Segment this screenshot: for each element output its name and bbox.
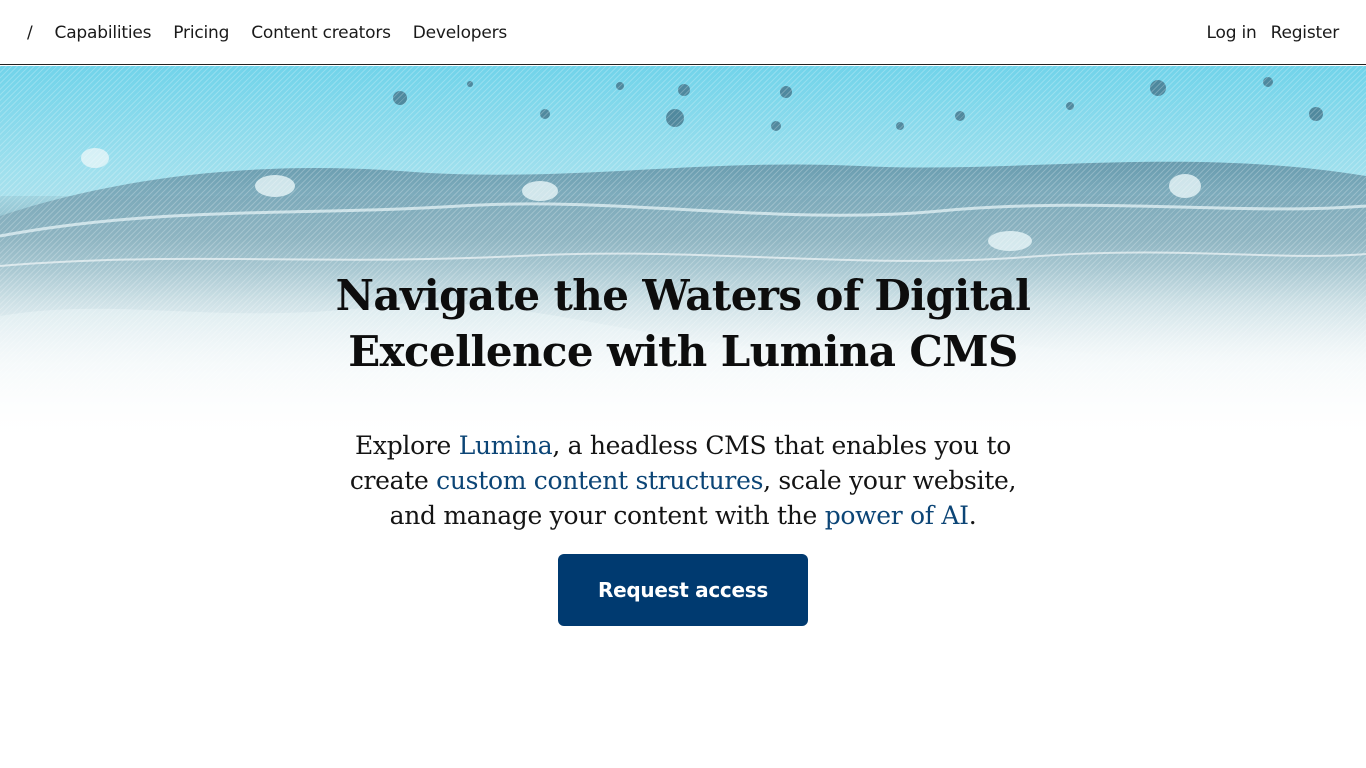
nav-right-group: Log in Register: [1193, 0, 1340, 65]
page-headline: Navigate the Waters of Digital Excellenc…: [335, 271, 1031, 376]
nav-left-group: / Capabilities Pricing Content creators …: [27, 0, 529, 65]
hero-subtitle: Explore Lumina, a headless CMS that enab…: [323, 428, 1043, 533]
custom-structures-highlight: custom content structures: [436, 466, 764, 495]
subtitle-text: .: [968, 501, 977, 530]
register-link[interactable]: Register: [1271, 23, 1340, 43]
top-navigation: / Capabilities Pricing Content creators …: [0, 0, 1366, 65]
hero-content: Navigate the Waters of Digital Excellenc…: [0, 268, 1366, 626]
login-link[interactable]: Log in: [1207, 23, 1257, 43]
nav-link-developers[interactable]: Developers: [413, 23, 507, 43]
nav-link-content-creators[interactable]: Content creators: [251, 23, 391, 43]
lumina-highlight: Lumina: [458, 431, 553, 460]
nav-link-capabilities[interactable]: Capabilities: [55, 23, 152, 43]
request-access-button[interactable]: Request access: [558, 554, 808, 626]
nav-link-pricing[interactable]: Pricing: [173, 23, 229, 43]
home-link[interactable]: /: [27, 23, 33, 43]
subtitle-text: Explore: [354, 431, 459, 460]
power-of-ai-highlight: power of AI: [824, 501, 969, 530]
